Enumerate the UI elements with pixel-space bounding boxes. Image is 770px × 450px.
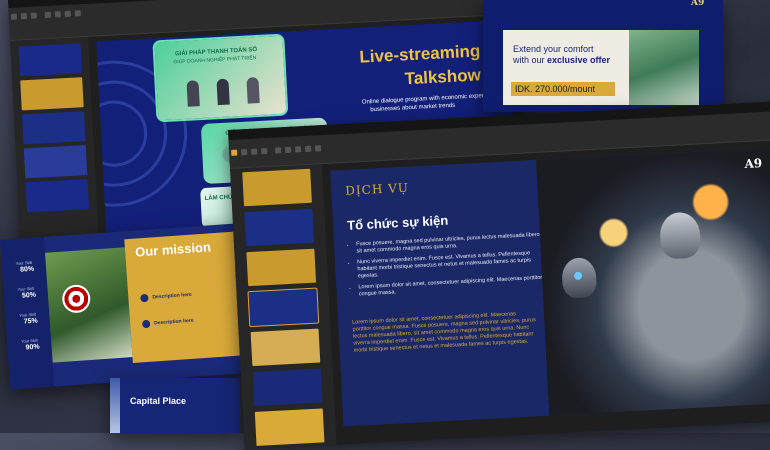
mission-panel: Our mission Description here Description…: [124, 231, 245, 364]
section-heading: DỊCH VỤ: [344, 180, 410, 198]
capital-window: Capital Place: [110, 378, 240, 433]
logo: A9: [691, 0, 705, 8]
slide-thumb[interactable]: [18, 43, 82, 77]
price-badge: IDK. 270.000/mount: [511, 82, 615, 96]
main-window: DỊCH VỤ Tổ chức sự kiện Fusce posuere, m…: [228, 100, 770, 450]
target-photo: [45, 247, 133, 363]
price-text: IDK. 270.000/mount: [515, 84, 596, 94]
slide-thumb[interactable]: [246, 248, 317, 287]
talkshow-title-line1: Live-streaming: [358, 41, 481, 67]
presenter-figure: [246, 77, 260, 104]
stat-value: 50%: [21, 291, 37, 300]
gold-paragraph: Lorem ipsum dolor sit amet, consectetuer…: [352, 311, 536, 354]
stat-value: 90%: [25, 343, 40, 352]
option-icon: [140, 293, 149, 303]
stat-value: 75%: [23, 317, 39, 326]
slide-text-panel: DỊCH VỤ Tổ chức sự kiện Fusce posuere, m…: [330, 159, 550, 427]
slide-thumb[interactable]: [250, 328, 321, 367]
target-icon: [61, 283, 92, 314]
robot-helmet: [658, 211, 702, 260]
offer-headline-2: with our: [513, 55, 548, 65]
robot-party-photo: [535, 147, 770, 416]
mission-window: Your Skill 80% Your Skill 50% Your Skill…: [0, 223, 250, 390]
logo: A9: [744, 156, 763, 172]
offer-window: A9 Extend your comfort with our exclusiv…: [483, 0, 723, 112]
bullet-list: Fusce posuere, magna sed pulvinar ultric…: [348, 232, 545, 299]
presenter-figure: [186, 80, 200, 107]
offer-headline-bold: exclusive offer: [547, 55, 611, 65]
presenter-figure: [216, 78, 230, 106]
slide-thumb[interactable]: [23, 145, 88, 179]
offer-headline-1: Extend your comfort: [513, 44, 594, 54]
stat-value: 80%: [19, 265, 35, 274]
video-card: GIẢI PHÁP THANH TOÁN SỐ GIÚP DOANH NGHIỆ…: [152, 33, 289, 123]
slide-thumb[interactable]: [252, 368, 323, 406]
slide-canvas[interactable]: DỊCH VỤ Tổ chức sự kiện Fusce posuere, m…: [330, 147, 770, 427]
resort-photo: [629, 30, 699, 105]
slide-thumbnails[interactable]: [10, 36, 100, 255]
slide-thumb[interactable]: [25, 179, 90, 213]
option-1: Description here: [152, 291, 192, 301]
slide-thumb[interactable]: [242, 168, 312, 207]
slide-thumb[interactable]: [22, 111, 86, 145]
talkshow-title-line2: Talkshow: [404, 65, 482, 89]
capital-title: Capital Place: [130, 396, 187, 406]
mission-title: Our mission: [134, 239, 212, 260]
building-photo: [110, 378, 120, 433]
slide-thumb[interactable]: [244, 208, 315, 247]
slide-thumb-active[interactable]: [247, 287, 320, 328]
slide-thumb[interactable]: [254, 408, 325, 446]
option-2: Description here: [153, 317, 194, 327]
slide-thumb[interactable]: [20, 77, 84, 111]
slide-thumbnails[interactable]: [230, 164, 338, 450]
option-icon: [141, 319, 151, 329]
slide-title: Tổ chức sự kiện: [346, 212, 449, 233]
offer-card: Extend your comfort with our exclusive o…: [503, 30, 699, 105]
